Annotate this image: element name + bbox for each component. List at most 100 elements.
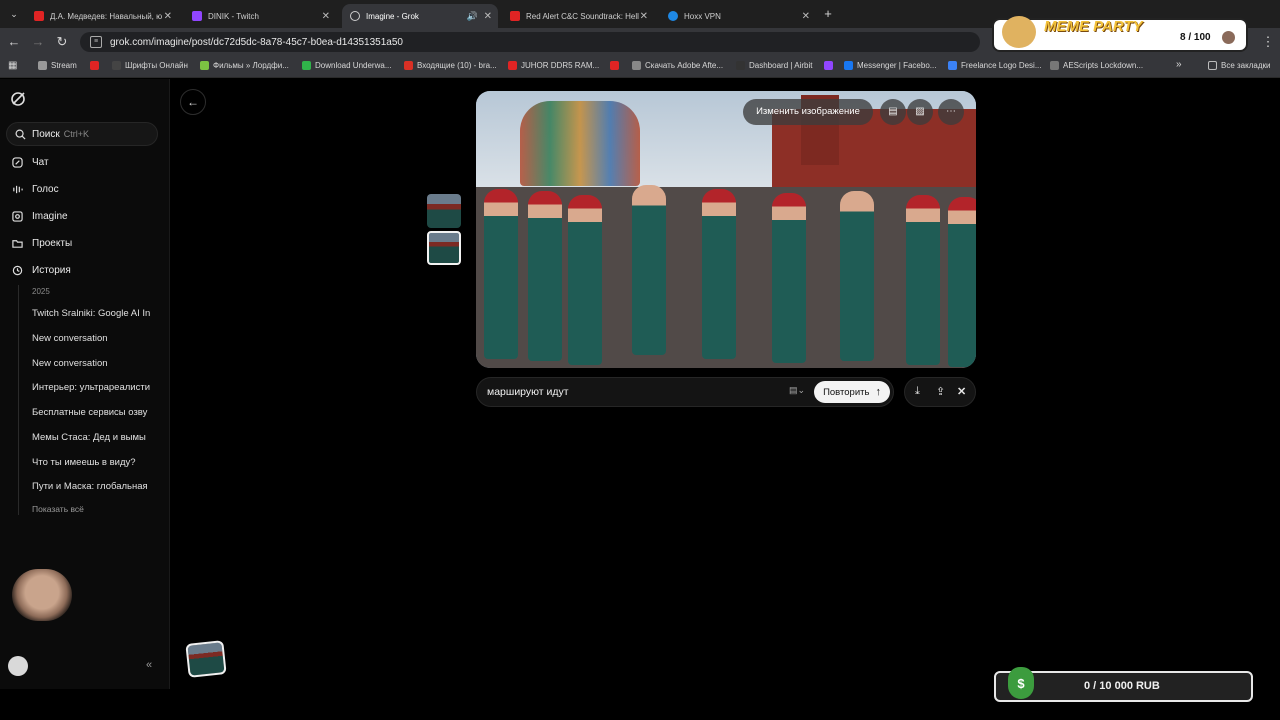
- history-item[interactable]: New conversation: [32, 333, 156, 344]
- show-all-link[interactable]: Показать всё: [32, 504, 84, 514]
- tab-search-icon[interactable]: ⌄: [6, 6, 22, 22]
- address-bar[interactable]: ≡ grok.com/imagine/post/dc72d5dc-8a78-45…: [80, 32, 980, 52]
- nav-imagine[interactable]: Imagine: [12, 211, 68, 222]
- floating-thumbnail[interactable]: [185, 640, 227, 678]
- tab-hoxx-vpn[interactable]: Hoxx VPN ✕: [660, 4, 816, 28]
- history-year: 2025: [32, 287, 50, 296]
- bookmark-item[interactable]: Freelance Logo Desi...: [948, 61, 1042, 70]
- tab-dinik-twitch[interactable]: DINIK - Twitch ✕: [184, 4, 336, 28]
- history-item[interactable]: Что ты имеешь в виду?: [32, 457, 156, 468]
- money-bag-icon: $: [1008, 667, 1034, 699]
- bookmark-item[interactable]: [90, 61, 103, 70]
- image-marcher: [906, 195, 940, 365]
- prompt-input[interactable]: маршируют идут: [487, 386, 569, 398]
- grok-logo-icon[interactable]: [10, 91, 26, 107]
- variant-thumbnail[interactable]: [427, 194, 461, 228]
- bookmark-icon: [736, 61, 745, 70]
- image-marcher: [484, 189, 518, 359]
- prompt-bar: маршируют идут ▤⌄ Повторить ↑: [476, 377, 894, 407]
- bookmark-icon: [844, 61, 853, 70]
- bookmark-item[interactable]: [610, 61, 623, 70]
- bookmark-icon: [1050, 61, 1059, 70]
- image-marcher: [702, 189, 736, 359]
- all-bookmarks-folder[interactable]: Все закладки: [1208, 61, 1270, 70]
- close-icon[interactable]: ✕: [640, 11, 648, 22]
- bookmark-item[interactable]: AEScripts Lockdown...: [1050, 61, 1143, 70]
- image-marcher: [948, 197, 976, 367]
- tab-medvedev[interactable]: Д.А. Медведев: Навальный, ю ✕: [26, 4, 178, 28]
- search-shortcut: Ctrl+K: [63, 129, 89, 139]
- new-tab-button[interactable]: +: [820, 6, 836, 22]
- history-item[interactable]: Бесплатные сервисы озву: [32, 407, 156, 418]
- image-actions: ⤓ ⇪ ✕: [904, 377, 976, 407]
- image-marcher: [772, 193, 806, 363]
- nav-label: История: [32, 265, 71, 276]
- bookmark-item[interactable]: Входящие (10) - bra...: [404, 61, 497, 70]
- doge-icon: [1002, 16, 1036, 48]
- history-item[interactable]: Мемы Стаса: Дед и вымы: [32, 432, 156, 443]
- share-icon[interactable]: ⇪: [936, 385, 945, 398]
- speaker-icon[interactable]: 🔊: [467, 11, 478, 22]
- history-item[interactable]: Интерьер: ультрареалисти: [32, 382, 156, 393]
- x-share-icon[interactable]: ✕: [957, 385, 966, 398]
- image-marcher: [840, 191, 874, 361]
- bookmark-label: Входящие (10) - bra...: [417, 61, 497, 70]
- history-item[interactable]: New conversation: [32, 358, 156, 369]
- bookmark-icon: [112, 61, 121, 70]
- tab-red-alert[interactable]: Red Alert C&C Soundtrack: Hell ✕: [502, 4, 654, 28]
- bookmark-item[interactable]: Шрифты Онлайн: [112, 61, 188, 70]
- close-icon[interactable]: ✕: [802, 11, 810, 22]
- repeat-button[interactable]: Повторить ↑: [814, 381, 890, 403]
- folder-icon: [1208, 61, 1217, 70]
- bookmark-item[interactable]: Messenger | Facebo...: [844, 61, 936, 70]
- nav-history[interactable]: История: [12, 265, 71, 276]
- nav-voice[interactable]: Голос: [12, 184, 59, 195]
- nav-chat[interactable]: Чат: [12, 157, 49, 168]
- bookmark-item[interactable]: Download Underwa...: [302, 61, 391, 70]
- back-button[interactable]: ←: [180, 89, 206, 115]
- avatar[interactable]: [8, 656, 28, 676]
- meme-party-title: MEME PARTY: [1044, 18, 1143, 35]
- vpn-icon: [668, 11, 678, 21]
- bookmarks-overflow[interactable]: »: [1176, 59, 1182, 70]
- site-info-icon[interactable]: ≡: [90, 36, 102, 48]
- history-item[interactable]: Twitch Sralniki: Google AI In: [32, 308, 156, 319]
- close-icon[interactable]: ✕: [164, 11, 172, 22]
- bookmark-item[interactable]: Скачать Adobe Afte...: [632, 61, 723, 70]
- donation-goal-text: 0 / 10 000 RUB: [1084, 680, 1160, 692]
- image-icon: [12, 211, 23, 222]
- bookmark-label: Dashboard | Airbit: [749, 61, 813, 70]
- download-icon[interactable]: ⤓: [915, 385, 920, 398]
- bookmark-icon: [200, 61, 209, 70]
- bookmark-item[interactable]: Stream: [38, 61, 77, 70]
- variant-thumbnail-selected[interactable]: [427, 231, 461, 265]
- nav-label: Голос: [32, 184, 59, 195]
- video-frame-icon[interactable]: ▤: [880, 99, 906, 125]
- back-arrow-icon[interactable]: ←: [6, 34, 22, 50]
- history-divider: [18, 285, 19, 515]
- history-item[interactable]: Пути и Маска: глобальная: [32, 481, 156, 492]
- bookmark-item[interactable]: Фильмы » Лордфи...: [200, 61, 289, 70]
- image-icon[interactable]: ▨: [907, 99, 933, 125]
- bookmark-item[interactable]: Dashboard | Airbit: [736, 61, 812, 70]
- collapse-sidebar-icon[interactable]: «: [146, 659, 152, 671]
- bookmark-icon: [508, 61, 517, 70]
- search-input[interactable]: Поиск Ctrl+K: [6, 122, 158, 146]
- bookmark-item[interactable]: JUHOR DDR5 RAM...: [508, 61, 599, 70]
- bookmark-item[interactable]: [824, 61, 837, 70]
- generated-image: [476, 91, 976, 368]
- donation-goal-widget: $ 0 / 10 000 RUB: [994, 667, 1253, 702]
- tab-title: Д.А. Медведев: Навальный, ю: [50, 11, 163, 21]
- apps-grid-icon[interactable]: ▦: [8, 60, 17, 71]
- video-mode-dropdown[interactable]: ▤⌄: [789, 385, 805, 396]
- browser-menu-icon[interactable]: ⋮: [1260, 34, 1276, 50]
- close-icon[interactable]: ✕: [484, 11, 492, 22]
- tab-imagine-grok[interactable]: Imagine - Grok 🔊 ✕: [342, 4, 498, 28]
- bookmark-icon: [302, 61, 311, 70]
- close-icon[interactable]: ✕: [322, 11, 330, 22]
- reload-icon[interactable]: ↻: [54, 34, 70, 50]
- more-options-icon[interactable]: ⋯: [938, 99, 964, 125]
- forward-arrow-icon[interactable]: →: [30, 34, 46, 50]
- edit-image-button[interactable]: Изменить изображение: [743, 99, 873, 125]
- nav-projects[interactable]: Проекты: [12, 238, 72, 249]
